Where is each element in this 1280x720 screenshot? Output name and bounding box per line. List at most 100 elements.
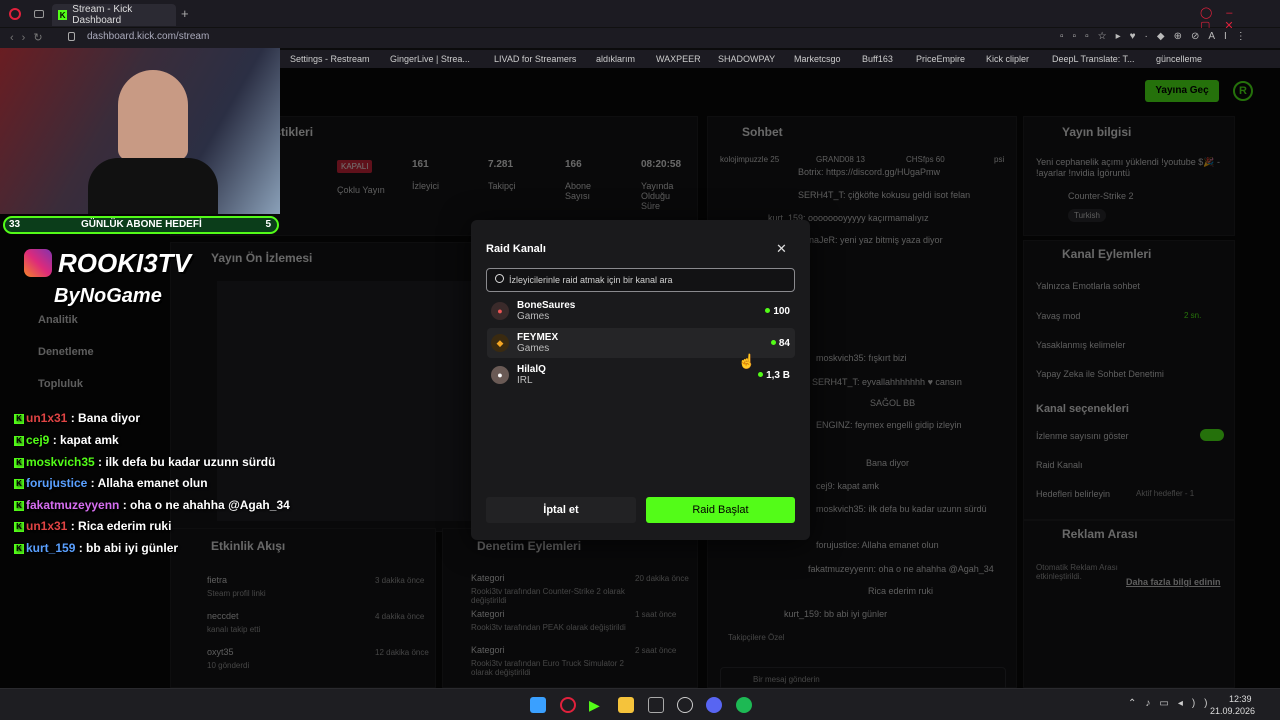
spotify-icon[interactable] bbox=[736, 697, 752, 713]
mod-action-desc-2: Rooki3tv tarafından PEAK olarak değiştir… bbox=[471, 623, 626, 632]
nav-arrows-icon[interactable]: ‹›↻ bbox=[10, 31, 51, 44]
bookmark-4[interactable]: aldıklarım bbox=[596, 54, 635, 64]
channel-search-input[interactable]: İzleyicilerinle raid atmak için bir kana… bbox=[486, 268, 795, 292]
address-bar: ‹›↻ dashboard.kick.com/stream ▫▫▫☆▸♥·◆⊕⊘… bbox=[0, 28, 1280, 48]
banned-words-setting[interactable]: Yasaklanmış kelimeler bbox=[1036, 340, 1125, 350]
overlay-chat-msg: kapat amk bbox=[60, 433, 119, 447]
url-text[interactable]: dashboard.kick.com/stream bbox=[87, 31, 209, 42]
set-goals-setting[interactable]: Hedefleri belirleyin bbox=[1036, 489, 1110, 499]
viewcount-toggle[interactable] bbox=[1200, 429, 1224, 441]
mod-action-desc-1: Rooki3tv tarafından Counter-Strike 2 ola… bbox=[471, 587, 625, 605]
lock-icon bbox=[68, 32, 75, 41]
chat-message: Botrix: https://discord.gg/HUgaPmw bbox=[798, 167, 941, 177]
bookmark-3[interactable]: LIVAD for Streamers bbox=[494, 54, 576, 64]
tabs-menu-icon[interactable] bbox=[34, 10, 44, 18]
mod-action-2: Kategori bbox=[471, 609, 505, 619]
followers-only-label: Takipçilere Özel bbox=[728, 633, 785, 642]
slow-mode-setting[interactable]: Yavaş mod bbox=[1036, 311, 1080, 321]
channel-avatar: ● bbox=[491, 366, 509, 384]
steam-icon[interactable] bbox=[677, 697, 693, 713]
bookmark-1[interactable]: Settings - Restream bbox=[290, 54, 370, 64]
followers-label: Takipçi bbox=[488, 181, 516, 191]
bookmark-9[interactable]: PriceEmpire bbox=[916, 54, 965, 64]
overlay-chat-line: Kfakatmuzeyyenn : oha o ne ahahha @Agah_… bbox=[14, 498, 290, 512]
chat-message: moskvich35: fışkırt bizi bbox=[816, 353, 907, 363]
tab-title: Stream - Kick Dashboard bbox=[72, 4, 133, 26]
activity-time-2: 4 dakika önce bbox=[375, 612, 425, 621]
channel-options-title: Kanal seçenekleri bbox=[1036, 403, 1129, 415]
channel-avatar: ● bbox=[491, 302, 509, 320]
streamer-silhouette bbox=[118, 70, 188, 160]
emote-only-setting[interactable]: Yalnızca Emotlarla sohbet bbox=[1036, 281, 1140, 291]
channel-category: Games bbox=[517, 311, 550, 322]
bookmark-12[interactable]: güncelleme bbox=[1156, 54, 1202, 64]
search-icon bbox=[495, 274, 504, 283]
uptime-value: 08:20:58 bbox=[641, 159, 682, 170]
media-player-icon[interactable]: ▶ bbox=[589, 697, 605, 713]
chat-input-placeholder: Bir mesaj gönderin bbox=[753, 675, 820, 684]
bookmark-7[interactable]: Marketcsgo bbox=[794, 54, 841, 64]
overlay-chat-line: Kcej9 : kapat amk bbox=[14, 433, 119, 447]
overlay-chat-msg: ilk defa bu kadar uzunn sürdü bbox=[105, 455, 276, 469]
overlay-chat-user: forujustice bbox=[26, 476, 88, 490]
activity-time-1: 3 dakika önce bbox=[375, 576, 425, 585]
opera-taskbar-icon[interactable] bbox=[560, 697, 576, 713]
bookmark-2[interactable]: GingerLive | Strea... bbox=[390, 54, 470, 64]
kick-favicon-icon: K bbox=[58, 10, 68, 20]
overlay-chat-msg: Bana diyor bbox=[78, 411, 141, 425]
sub-goal-label: GÜNLÜK ABONE HEDEFİ bbox=[81, 219, 202, 230]
tab-kick-dashboard[interactable]: K Stream - Kick Dashboard bbox=[52, 4, 176, 26]
os-taskbar: ▶ ⌃♪▭◂)) 12:39 21.09.2026 bbox=[0, 688, 1280, 720]
browser-toolbar-icons[interactable]: ▫▫▫☆▸♥·◆⊕⊘AI⋮ bbox=[1060, 31, 1255, 42]
bookmark-5[interactable]: WAXPEER bbox=[656, 54, 701, 64]
start-menu-icon[interactable] bbox=[530, 697, 546, 713]
bookmark-11[interactable]: DeepL Translate: T... bbox=[1052, 54, 1135, 64]
chat-message: SERH4T_T: çiğköfte kokusu geldi isot fel… bbox=[798, 190, 971, 200]
show-viewcount-setting[interactable]: İzlenme sayısını göster bbox=[1036, 431, 1129, 441]
brand-name: ROOKI3TV bbox=[58, 248, 191, 278]
uptime-label: Yayında Olduğu Süre bbox=[641, 181, 674, 211]
raid-channel-setting[interactable]: Raid Kanalı bbox=[1036, 460, 1083, 470]
sub-goal-current: 33 bbox=[9, 219, 21, 230]
webcam-feed bbox=[0, 48, 280, 214]
ad-break-desc: Otomatik Reklam Arası etkinleştirildi. bbox=[1036, 563, 1118, 581]
mod-action-time-1: 20 dakika önce bbox=[635, 574, 689, 583]
channel-actions-panel: Kanal Eylemleri Yalnızca Emotlarla sohbe… bbox=[1023, 240, 1235, 520]
ad-learn-more-link[interactable]: Daha fazla bilgi edinin bbox=[1126, 577, 1221, 587]
modal-title: Raid Kanalı bbox=[486, 243, 546, 255]
file-explorer-icon[interactable] bbox=[618, 697, 634, 713]
overlay-chat-line: Kkurt_159 : bb abi iyi günler bbox=[14, 541, 178, 555]
streamer-shirt bbox=[88, 158, 218, 214]
system-tray-icons[interactable]: ⌃♪▭◂)) bbox=[1128, 698, 1217, 709]
opera-logo-icon[interactable] bbox=[9, 8, 21, 20]
ai-moderation-setting[interactable]: Yapay Zeka ile Sohbet Denetimi bbox=[1036, 369, 1164, 379]
viewers-count: 161 bbox=[412, 159, 429, 170]
channel-actions-title: Kanal Eylemleri bbox=[1062, 247, 1152, 261]
app-icon[interactable] bbox=[648, 697, 664, 713]
channel-name: HilalQ bbox=[517, 364, 546, 375]
stream-overlay: 33 GÜNLÜK ABONE HEDEFİ 5 ROOKI3TV ByNoGa… bbox=[0, 48, 290, 688]
activity-time-3: 12 dakika önce bbox=[375, 648, 429, 657]
bookmark-10[interactable]: Kick clipler bbox=[986, 54, 1029, 64]
subs-count: 166 bbox=[565, 159, 582, 170]
chat-message: fakatmuzeyyenn: oha o ne ahahha @Agah_34 bbox=[808, 564, 994, 574]
overlay-chat-user: un1x31 bbox=[26, 411, 68, 425]
cancel-button[interactable]: İptal et bbox=[486, 497, 636, 523]
raid-channel-row[interactable]: ● BoneSaures Games 100 bbox=[487, 296, 795, 326]
sub-goal-bar: 33 GÜNLÜK ABONE HEDEFİ 5 bbox=[3, 216, 279, 234]
active-goals-value: Aktif hedefler - 1 bbox=[1136, 489, 1195, 498]
overlay-chat-line: Kforujustice : Allaha emanet olun bbox=[14, 476, 208, 490]
bookmark-8[interactable]: Buff163 bbox=[862, 54, 893, 64]
channel-category: Games bbox=[517, 343, 550, 354]
channel-viewers: 1,3 B bbox=[758, 370, 790, 381]
go-live-button[interactable]: Yayına Geç bbox=[1145, 80, 1219, 102]
start-raid-button[interactable]: Raid Başlat bbox=[646, 497, 795, 523]
discord-icon[interactable] bbox=[706, 697, 722, 713]
close-icon[interactable]: ✕ bbox=[776, 241, 787, 257]
new-tab-button[interactable]: + bbox=[181, 6, 189, 21]
mod-action-desc-3: Rooki3tv tarafından Euro Truck Simulator… bbox=[471, 659, 624, 677]
sub-goal-target: 5 bbox=[265, 219, 271, 230]
bookmark-6[interactable]: SHADOWPAY bbox=[718, 54, 775, 64]
stream-info-panel: Yayın bilgisi Yeni cephanelik açımı yükl… bbox=[1023, 116, 1235, 236]
channel-category: IRL bbox=[517, 375, 533, 386]
